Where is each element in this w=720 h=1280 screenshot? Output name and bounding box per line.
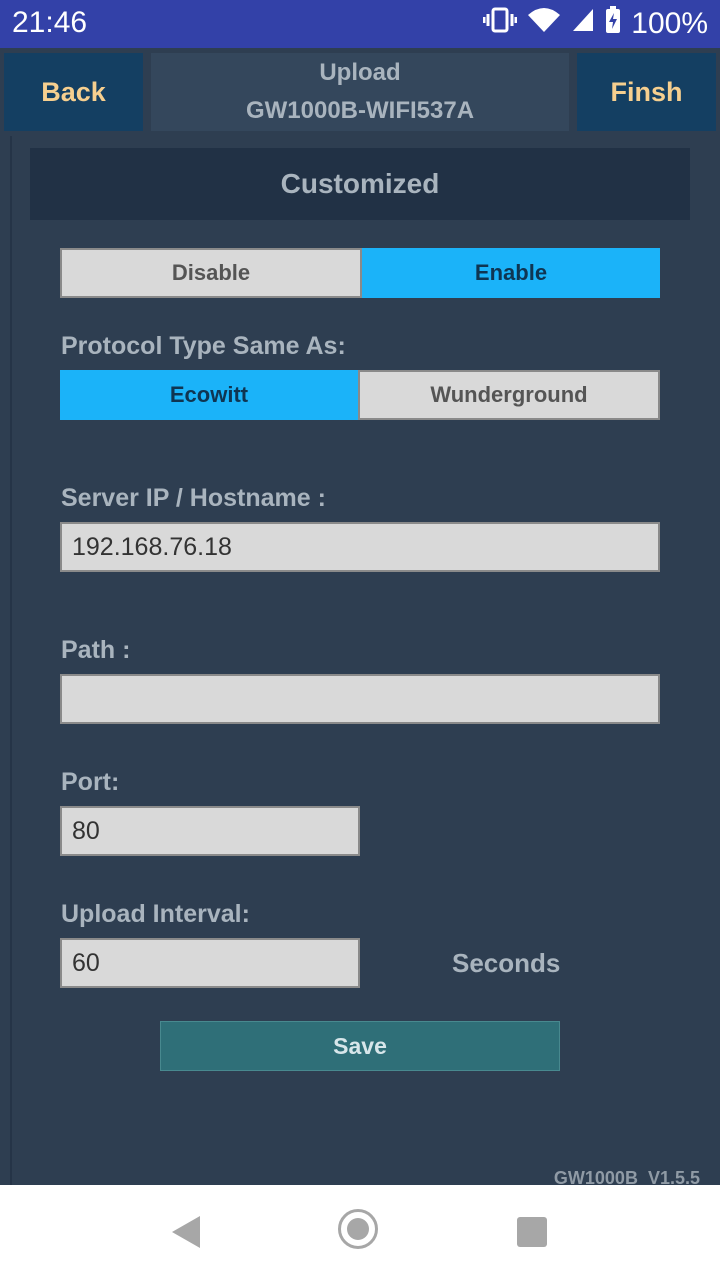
title-line2: GW1000B-WIFI537A: [245, 97, 475, 124]
interval-input[interactable]: 60: [60, 938, 360, 988]
vibrate-icon: [482, 7, 518, 41]
version-text: GW1000B_V1.5.5: [553, 1168, 700, 1185]
enable-option[interactable]: Enable: [362, 248, 660, 298]
interval-label: Upload Interval:: [61, 900, 250, 928]
page-title: Upload GW1000B-WIFI537A: [151, 53, 569, 131]
protocol-option-wunderground[interactable]: Wunderground: [358, 370, 660, 420]
disable-option[interactable]: Disable: [60, 248, 362, 298]
path-input[interactable]: [60, 674, 660, 724]
section-title: Customized: [30, 148, 690, 220]
status-time: 21:46: [12, 6, 88, 39]
title-line1: Upload: [319, 59, 401, 86]
header: Back Upload GW1000B-WIFI537A Finsh: [0, 48, 720, 136]
enable-toggle: Disable Enable: [60, 248, 660, 298]
back-nav-icon[interactable]: [172, 1216, 200, 1248]
server-input[interactable]: 192.168.76.18: [60, 522, 660, 572]
status-bar: 21:46 100%: [0, 0, 720, 48]
home-nav-icon[interactable]: [338, 1209, 378, 1249]
protocol-label: Protocol Type Same As:: [61, 332, 346, 360]
signal-icon: [571, 7, 595, 41]
back-button[interactable]: Back: [4, 53, 143, 131]
port-input[interactable]: 80: [60, 806, 360, 856]
finish-button[interactable]: Finsh: [577, 53, 716, 131]
battery-percent: 100%: [631, 7, 708, 40]
port-label: Port:: [61, 768, 120, 796]
path-label: Path :: [61, 636, 131, 664]
protocol-option-ecowitt[interactable]: Ecowitt: [60, 370, 358, 420]
recents-nav-icon[interactable]: [517, 1217, 547, 1247]
status-icons: 100%: [482, 6, 708, 42]
protocol-toggle: Ecowitt Wunderground: [60, 370, 660, 420]
battery-charging-icon: [605, 6, 621, 42]
server-label: Server IP / Hostname :: [61, 484, 326, 512]
navigation-bar: [0, 1185, 720, 1280]
save-button[interactable]: Save: [160, 1021, 560, 1071]
interval-units: Seconds: [452, 948, 561, 978]
wifi-icon: [527, 7, 561, 41]
